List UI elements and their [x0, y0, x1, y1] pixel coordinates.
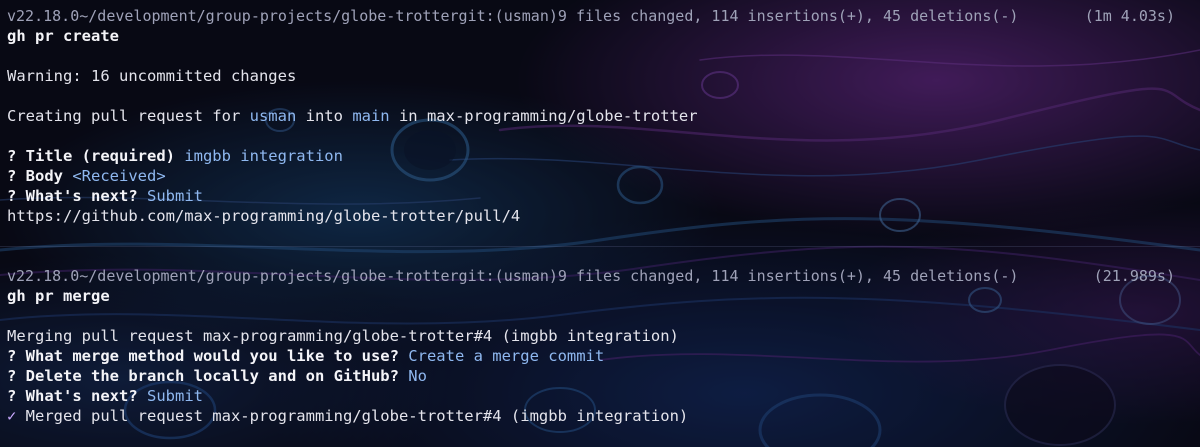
node-version: v22.18.0	[7, 7, 80, 25]
merged-result: ✓ Merged pull request max-programming/gl…	[7, 406, 1200, 426]
next-value: Submit	[137, 187, 203, 205]
body-label: Body	[25, 167, 63, 185]
delete-branch-value: No	[398, 367, 427, 385]
cwd-path: ~/development/group-projects/globe-trott…	[79, 267, 459, 285]
command-line: gh pr create	[7, 27, 119, 45]
pr-url-link[interactable]: https://github.com/max-programming/globe…	[7, 206, 1200, 226]
merge-method-prompt: ? What merge method would you like to us…	[7, 347, 605, 365]
title-label: Title (required)	[25, 147, 175, 165]
repo-name: max-programming/globe-trotter	[426, 107, 698, 125]
checkmark-icon: ✓	[7, 407, 17, 425]
command-duration: (1m 4.03s)	[1084, 7, 1175, 25]
body-prompt: ? Body <Received>	[7, 167, 166, 185]
next-prompt: ? What's next? Submit	[7, 187, 203, 205]
next-value: Submit	[137, 387, 203, 405]
git-branch: git:(usman)	[458, 267, 558, 285]
cwd-path: ~/development/group-projects/globe-trott…	[79, 7, 459, 25]
delete-branch-label: Delete the branch locally and on GitHub?	[25, 367, 399, 385]
merging-text: Merging pull request max-programming/glo…	[7, 327, 679, 345]
head-branch: usman	[249, 107, 297, 125]
next-label: What's next?	[25, 387, 138, 405]
next-label: What's next?	[25, 187, 138, 205]
session-merge: v22.18.0 ~/development/group-projects/gl…	[7, 266, 1200, 426]
warning-text: Warning: 16 uncommitted changes	[7, 67, 297, 85]
git-changes: 9 files changed, 114 insertions(+), 45 d…	[557, 267, 1019, 285]
node-version: v22.18.0	[7, 267, 80, 285]
title-prompt: ? Title (required) imgbb integration	[7, 147, 343, 165]
title-value: imgbb integration	[174, 147, 343, 165]
command-divider	[0, 246, 1200, 247]
git-changes: 9 files changed, 114 insertions(+), 45 d…	[557, 7, 1019, 25]
base-branch: main	[352, 107, 390, 125]
merge-method-label: What merge method would you like to use?	[25, 347, 399, 365]
prompt-line: v22.18.0 ~/development/group-projects/gl…	[7, 266, 1200, 286]
next-prompt: ? What's next? Submit	[7, 387, 203, 405]
git-branch: git:(usman)	[458, 7, 558, 25]
session-create: v22.18.0 ~/development/group-projects/gl…	[7, 6, 1200, 226]
body-value: <Received>	[63, 167, 166, 185]
merged-text: Merged pull request max-programming/glob…	[16, 407, 689, 425]
terminal-window[interactable]: v22.18.0 ~/development/group-projects/gl…	[0, 0, 1200, 447]
delete-branch-prompt: ? Delete the branch locally and on GitHu…	[7, 367, 427, 385]
command-line: gh pr merge	[7, 287, 110, 305]
command-duration: (21.989s)	[1093, 267, 1175, 285]
creating-pr-text: Creating pull request for usman into mai…	[7, 107, 698, 125]
prompt-line: v22.18.0 ~/development/group-projects/gl…	[7, 6, 1200, 26]
merge-method-value: Create a merge commit	[398, 347, 605, 365]
